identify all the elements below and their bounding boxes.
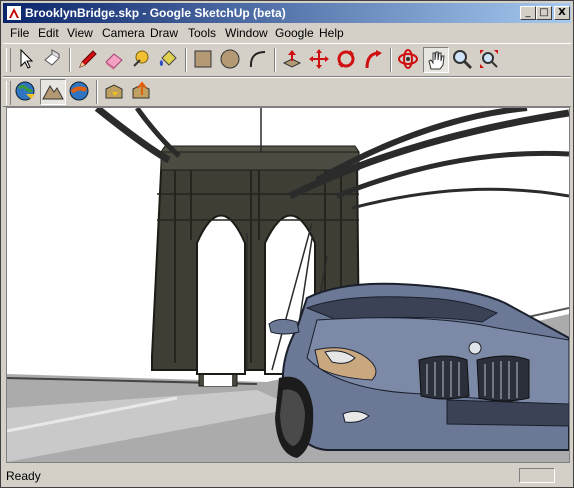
arc-tool-button[interactable]	[245, 47, 271, 73]
measurements-box[interactable]	[519, 468, 555, 483]
warehouse-share-icon	[132, 81, 150, 99]
toolbar-separator	[274, 48, 276, 72]
follow-me-icon	[365, 50, 382, 69]
menu-google[interactable]: Google	[275, 26, 314, 40]
follow-me-tool-button[interactable]	[361, 47, 387, 73]
get-current-view-tool-button[interactable]	[13, 79, 39, 105]
arrow-icon	[20, 48, 34, 69]
zoom-tool-button[interactable]	[450, 47, 476, 73]
window-title: BrooklynBridge.skp - Google SketchUp (be…	[25, 6, 286, 20]
eraser-tool-button[interactable]	[40, 47, 66, 73]
toolbar-grip[interactable]	[6, 48, 11, 72]
sketchup-app-icon	[7, 6, 21, 20]
status-bar: Ready	[3, 467, 571, 485]
bridge-scene	[7, 108, 569, 462]
minimize-button[interactable]: _	[520, 6, 536, 20]
move-tool-button[interactable]	[307, 47, 333, 73]
orbit-tool-button[interactable]	[396, 47, 422, 73]
circle-tool-button[interactable]	[218, 47, 244, 73]
toolbar-separator	[390, 48, 392, 72]
tape-measure-tool-button[interactable]	[129, 47, 155, 73]
paint-bucket-tool-button[interactable]	[156, 47, 182, 73]
push-pull-tool-button[interactable]	[280, 47, 306, 73]
warehouse-get-icon	[105, 84, 123, 99]
menu-camera[interactable]: Camera	[102, 26, 145, 40]
share-model-tool-button[interactable]	[129, 79, 155, 105]
hand-icon	[428, 51, 445, 70]
rotate-icon	[337, 50, 355, 68]
menu-edit[interactable]: Edit	[38, 26, 59, 40]
get-models-tool-button[interactable]	[102, 79, 128, 105]
toolbar-separator	[69, 48, 71, 72]
circle-icon	[220, 49, 240, 69]
rectangle-tool-button[interactable]	[191, 47, 217, 73]
menu-bar: File Edit View Camera Draw Tools Window …	[3, 24, 571, 42]
eraser-icon	[105, 53, 123, 70]
component-icon	[44, 49, 60, 66]
pan-tool-button[interactable]	[423, 47, 449, 73]
zoom-extents-icon	[480, 50, 498, 68]
app-window: BrooklynBridge.skp - Google SketchUp (be…	[0, 0, 574, 488]
paint-eraser-tool-button[interactable]	[102, 47, 128, 73]
title-bar[interactable]: BrooklynBridge.skp - Google SketchUp (be…	[3, 3, 571, 23]
terrain-icon	[42, 85, 64, 100]
place-model-tool-button[interactable]	[67, 79, 93, 105]
tape-measure-icon	[133, 50, 149, 67]
menu-tools[interactable]: Tools	[188, 26, 216, 40]
rotate-tool-button[interactable]	[334, 47, 360, 73]
push-pull-icon	[282, 50, 302, 68]
move-icon	[309, 49, 329, 69]
google-toolbar	[3, 77, 571, 107]
close-button[interactable]: X	[554, 6, 570, 20]
toggle-terrain-tool-button[interactable]	[40, 79, 66, 105]
arc-icon	[249, 51, 266, 68]
toolbar-separator	[96, 80, 98, 104]
earth-view-icon	[15, 81, 35, 101]
pencil-tool-button[interactable]	[75, 47, 101, 73]
menu-view[interactable]: View	[67, 26, 93, 40]
select-tool-button[interactable]	[13, 47, 39, 73]
magnifier-icon	[453, 50, 473, 70]
rectangle-icon	[194, 50, 212, 68]
toolbar-separator	[185, 48, 187, 72]
drawing-area[interactable]	[6, 107, 570, 463]
maximize-button[interactable]: □	[536, 6, 552, 20]
menu-help[interactable]: Help	[319, 26, 344, 40]
pencil-icon	[79, 50, 97, 68]
menu-file[interactable]: File	[10, 26, 29, 40]
earth-place-icon	[69, 81, 89, 101]
paint-bucket-icon	[159, 50, 177, 66]
main-toolbar	[3, 43, 571, 77]
menu-window[interactable]: Window	[225, 26, 268, 40]
zoom-extents-tool-button[interactable]	[477, 47, 503, 73]
menu-draw[interactable]: Draw	[150, 26, 178, 40]
status-text: Ready	[6, 469, 41, 483]
toolbar-grip[interactable]	[6, 81, 11, 105]
orbit-icon	[398, 49, 418, 69]
